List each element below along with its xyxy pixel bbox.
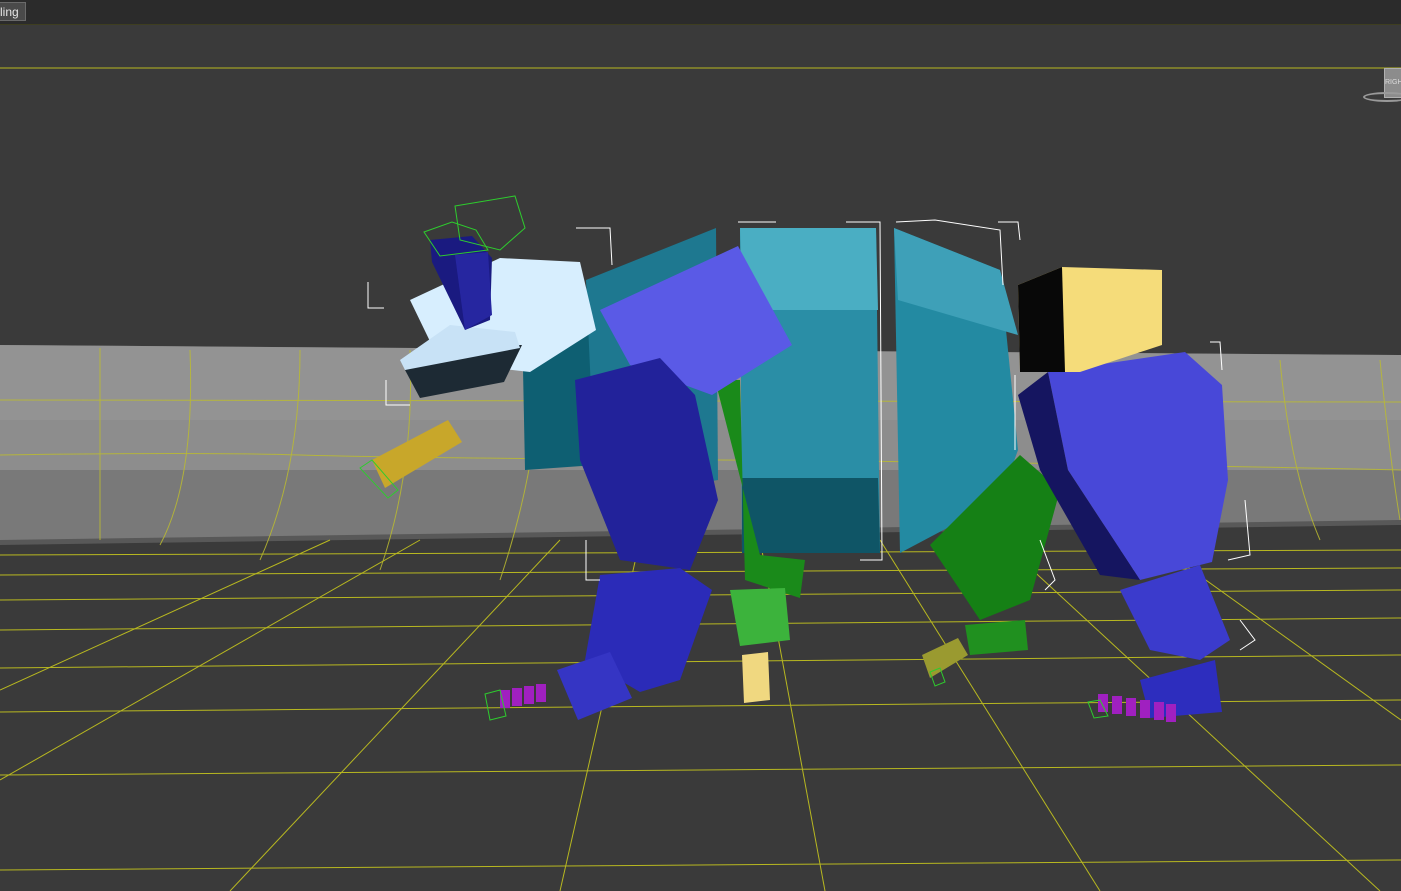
- viewport-toolbar: ling: [0, 0, 1401, 25]
- rear-paw: [1140, 660, 1222, 718]
- front-claws: [500, 684, 546, 708]
- spine-segment-3-bottom: [742, 478, 880, 553]
- viewport-scene: [0, 24, 1401, 891]
- rear-thigh: [1048, 352, 1228, 580]
- viewport-tab[interactable]: ling: [0, 2, 26, 21]
- 3d-viewport[interactable]: RIGHT: [0, 24, 1401, 891]
- right-far-foot: [965, 620, 1028, 655]
- left-far-foot: [730, 588, 790, 646]
- front-toe-light: [742, 652, 770, 703]
- pelvis-shade: [1018, 267, 1065, 372]
